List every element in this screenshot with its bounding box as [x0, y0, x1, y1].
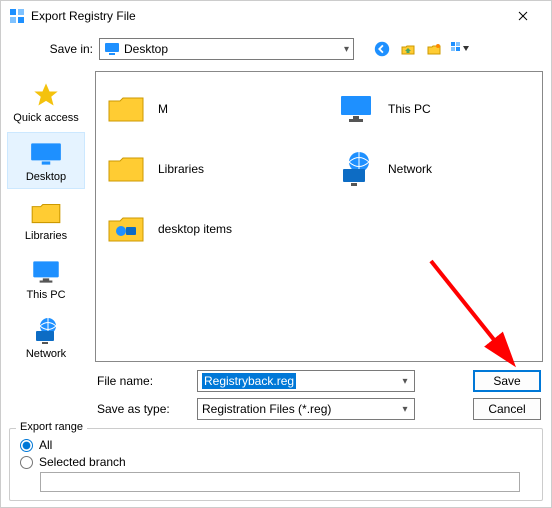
up-one-level-icon[interactable] [398, 39, 418, 59]
places-bar: Quick access Desktop Libraries This PC [1, 67, 91, 366]
titlebar: Export Registry File [1, 1, 551, 31]
network-icon [28, 316, 64, 346]
radio-selected-input[interactable] [20, 456, 33, 469]
views-icon[interactable] [450, 39, 470, 59]
savein-value: Desktop [124, 42, 168, 56]
file-label: M [158, 102, 168, 116]
thispc-item[interactable]: This PC [334, 82, 504, 136]
savein-label: Save in: [41, 42, 93, 56]
place-network[interactable]: Network [7, 309, 85, 366]
place-this-pc[interactable]: This PC [7, 250, 85, 307]
savetype-combo[interactable]: Registration Files (*.reg) ▾ [197, 398, 415, 420]
radio-all[interactable]: All [20, 438, 532, 452]
libraries-item[interactable]: Libraries [104, 142, 274, 196]
place-label: Libraries [25, 230, 67, 242]
file-label: Network [388, 162, 432, 176]
desktop-icon [28, 139, 64, 169]
desktop-icon [104, 41, 120, 57]
export-range-legend: Export range [16, 421, 87, 433]
monitor-icon [28, 257, 64, 287]
save-button[interactable]: Save [473, 370, 541, 392]
folder-icon [104, 87, 148, 131]
radio-all-input[interactable] [20, 439, 33, 452]
folder-special-icon [104, 207, 148, 251]
filename-value: Registryback.reg [202, 373, 296, 389]
chevron-down-icon: ▾ [396, 404, 414, 415]
network-icon [334, 147, 378, 191]
chevron-down-icon: ▾ [396, 376, 414, 387]
file-label: desktop items [158, 222, 232, 236]
place-label: This PC [26, 289, 65, 301]
back-icon[interactable] [372, 39, 392, 59]
savein-toolbar: Save in: Desktop ▾ [1, 31, 551, 67]
file-label: Libraries [158, 162, 204, 176]
cancel-button-label: Cancel [488, 402, 525, 416]
place-libraries[interactable]: Libraries [7, 191, 85, 248]
save-button-label: Save [493, 374, 520, 388]
place-label: Network [26, 348, 66, 360]
star-icon [28, 80, 64, 110]
radio-all-label: All [39, 438, 52, 452]
export-range-group: Export range All Selected branch [9, 428, 543, 501]
close-button[interactable] [503, 1, 543, 31]
place-label: Desktop [26, 171, 66, 183]
file-label: This PC [388, 102, 431, 116]
chevron-down-icon: ▾ [344, 44, 349, 55]
savetype-value: Registration Files (*.reg) [198, 402, 335, 416]
filename-combo[interactable]: Registryback.reg ▾ [197, 370, 415, 392]
savein-combo[interactable]: Desktop ▾ [99, 38, 354, 60]
folder-item[interactable]: desktop items [104, 202, 274, 256]
selected-branch-input[interactable] [40, 472, 520, 492]
savetype-label: Save as type: [97, 402, 187, 416]
network-item[interactable]: Network [334, 142, 504, 196]
folder-icon [28, 198, 64, 228]
filename-label: File name: [97, 374, 187, 388]
new-folder-icon[interactable] [424, 39, 444, 59]
radio-selected-branch[interactable]: Selected branch [20, 455, 532, 469]
export-registry-dialog: Export Registry File Save in: Desktop ▾ [0, 0, 552, 508]
place-label: Quick access [13, 112, 78, 124]
place-quick-access[interactable]: Quick access [7, 73, 85, 130]
regedit-icon [9, 8, 25, 24]
radio-selected-label: Selected branch [39, 455, 126, 469]
folder-item[interactable]: M [104, 82, 274, 136]
monitor-icon [334, 87, 378, 131]
dialog-title: Export Registry File [31, 9, 503, 23]
place-desktop[interactable]: Desktop [7, 132, 85, 189]
file-listview[interactable]: M This PC Libraries Network [95, 71, 543, 362]
folder-icon [104, 147, 148, 191]
cancel-button[interactable]: Cancel [473, 398, 541, 420]
